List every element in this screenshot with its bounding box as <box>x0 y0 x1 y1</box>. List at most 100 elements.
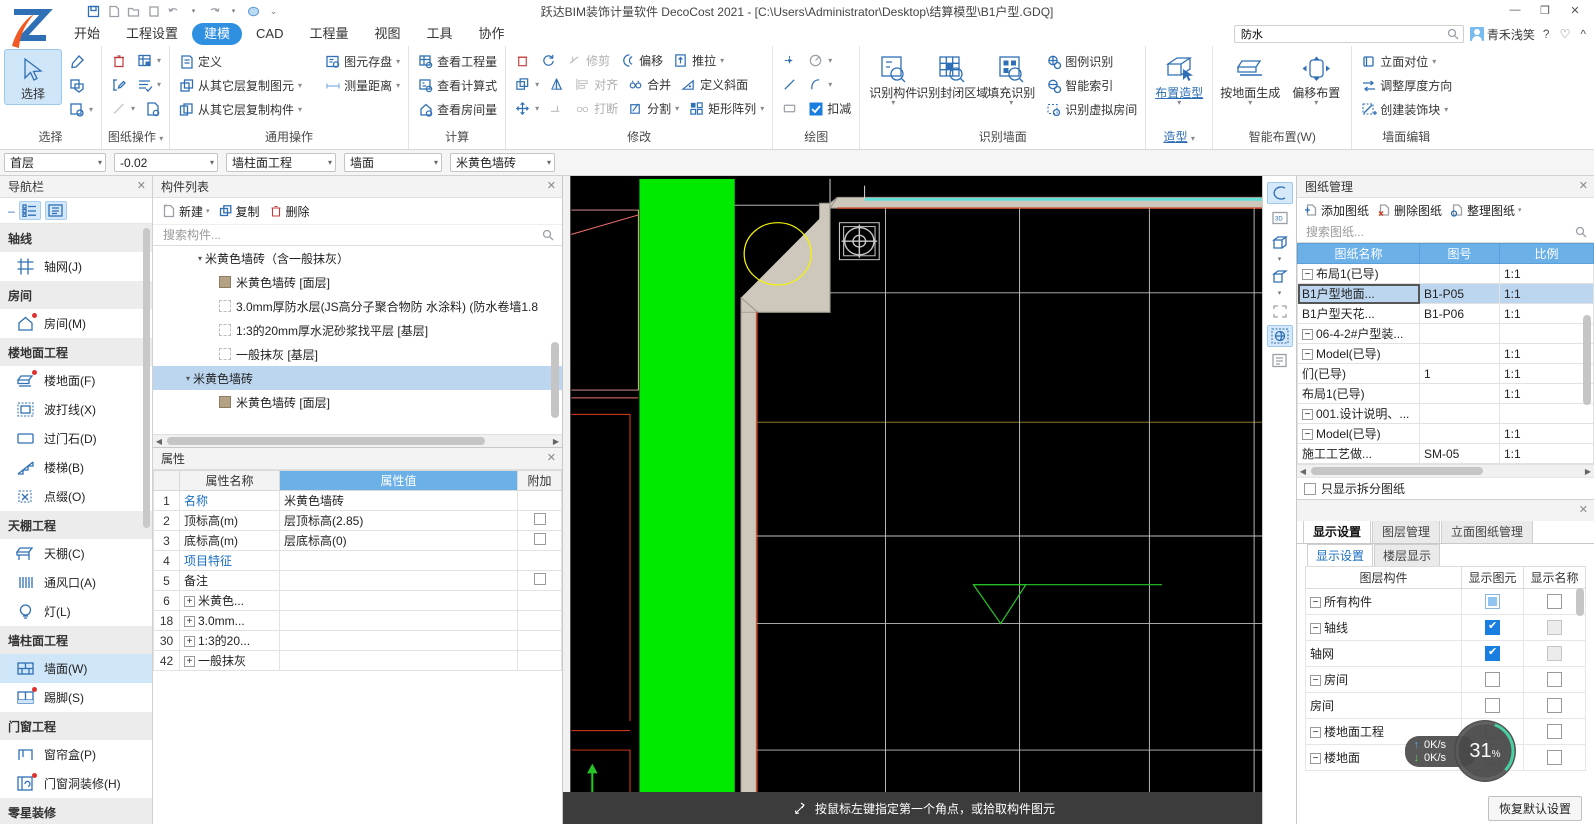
chevron-down-icon[interactable]: ▾ <box>1278 256 1282 263</box>
tree-row[interactable]: 3.0mm厚防水层(JS高分子聚合物防 水涂料) (防水卷墙1.8 <box>153 294 562 318</box>
sidebar-item-door-window-deco[interactable]: 门窗洞装修(H) <box>0 769 152 798</box>
table-row[interactable]: −001.设计说明、... <box>1297 403 1594 424</box>
tree-toggle-icon[interactable]: − <box>1310 753 1321 765</box>
chevron-down-icon[interactable]: ▾ <box>206 207 210 215</box>
table-lock-button[interactable]: ▾ <box>132 49 165 72</box>
tab-view[interactable]: 视图 <box>363 23 413 45</box>
new-file-icon[interactable] <box>106 4 121 19</box>
user-account[interactable]: 青禾浅笑 <box>1469 26 1535 43</box>
row-value[interactable] <box>279 590 518 611</box>
copy-component-from-layer-button[interactable]: 从其它层复制构件 ▾ <box>174 98 306 121</box>
undo-caret-icon[interactable]: ▾ <box>186 4 201 19</box>
scroll-right-icon[interactable]: ▶ <box>1582 467 1594 476</box>
sidebar-item-vent[interactable]: 通风口(A) <box>0 568 152 597</box>
table-row[interactable]: 3 底标高(m) 层底标高(0) <box>153 530 562 551</box>
close-icon[interactable]: ✕ <box>137 179 146 192</box>
close-icon[interactable]: ✕ <box>547 179 556 192</box>
cad-canvas[interactable]: 170 1200 170 300 900 -0.020 Y X 3D ▾ ▾ <box>563 176 1296 824</box>
show-element-checkbox[interactable] <box>1485 698 1500 714</box>
row-checkbox[interactable] <box>533 533 546 545</box>
table-row[interactable]: 4 项目特征 <box>153 550 562 571</box>
show-name-cell[interactable] <box>1523 614 1586 641</box>
chevron-down-icon[interactable]: ▾ <box>157 56 161 65</box>
redo-caret-icon[interactable]: ▾ <box>226 4 241 19</box>
tree-row[interactable]: ▾ 米黄色墙砖（含一般抹灰） <box>153 246 562 270</box>
save-icon[interactable] <box>86 4 101 19</box>
modify-delete-button[interactable] <box>510 49 535 72</box>
show-element-checkbox[interactable] <box>1485 594 1500 610</box>
elevation-align-button[interactable]: 立面对位 ▾ <box>1356 50 1456 73</box>
close-button[interactable]: ✕ <box>1560 0 1590 20</box>
tab-project-settings[interactable]: 工程设置 <box>114 23 190 45</box>
scroll-left-icon[interactable]: ◀ <box>1297 467 1309 476</box>
collapse-all-icon[interactable]: – <box>6 204 15 218</box>
sidebar-item-door-stone[interactable]: 过门石(D) <box>0 424 152 453</box>
tree-toggle-icon[interactable]: − <box>1310 675 1321 687</box>
show-name-checkbox[interactable] <box>1547 672 1562 688</box>
table-row[interactable]: 布局1(已导) 1:1 <box>1297 383 1594 404</box>
box-view2-button[interactable] <box>1267 266 1293 288</box>
point-tool-button[interactable] <box>777 49 802 72</box>
table-row[interactable]: 6 + 米黄色... <box>153 590 562 611</box>
help-icon[interactable]: ? <box>1541 27 1552 41</box>
maximize-button[interactable]: ❐ <box>1530 0 1560 20</box>
sidebar-item-stairs[interactable]: 楼梯(B) <box>0 453 152 482</box>
chevron-down-icon[interactable]: ▾ <box>1518 206 1522 214</box>
component-combo[interactable]: 米黄色墙砖 ▾ <box>450 153 555 172</box>
view-room-button[interactable]: 查看房间量 <box>413 98 501 121</box>
circle-tool-icon[interactable] <box>246 4 261 19</box>
chevron-down-icon[interactable]: ▾ <box>210 158 214 167</box>
copy-shield-button[interactable] <box>64 74 97 97</box>
chevron-down-icon[interactable]: ▾ <box>157 80 161 89</box>
table-row[interactable]: 30 +1:3的20... <box>153 630 562 651</box>
only-split-drawings-row[interactable]: 只显示拆分图纸 <box>1297 477 1594 499</box>
sidebar-item-ornament[interactable]: 点缀(O) <box>0 482 152 511</box>
chevron-down-icon[interactable]: ▾ <box>1314 99 1318 107</box>
table-row[interactable]: − 轴线 <box>1305 614 1586 641</box>
row-value[interactable]: 层顶标高(2.85) <box>279 510 518 531</box>
rotate-button[interactable] <box>536 49 561 72</box>
table-row[interactable]: − Model(已导) 1:1 <box>1297 423 1594 444</box>
identify-component-button[interactable]: 识别构件 ▾ <box>864 49 922 109</box>
extrude-button[interactable]: 推拉 ▾ <box>668 49 728 72</box>
delete-drawing-button[interactable]: 删除图纸 <box>1375 201 1444 220</box>
organize-drawing-button[interactable]: 整理图纸 ▾ <box>1448 201 1524 220</box>
table-row[interactable]: 18 +3.0mm... <box>153 610 562 631</box>
tree-row[interactable]: 1:3的20mm厚水泥砂浆找平层 [基层] <box>153 318 562 342</box>
show-name-cell[interactable] <box>1523 718 1586 745</box>
merge-button[interactable]: 合并 <box>623 73 675 96</box>
sidebar-item-curtain-box[interactable]: 窗帘盒(P) <box>0 740 152 769</box>
global-search[interactable] <box>1233 25 1464 43</box>
move-button[interactable]: ▾ <box>510 97 543 120</box>
identify-virtual-room-button[interactable]: 识别虚拟房间 <box>1041 98 1141 121</box>
chevron-down-icon[interactable]: ▾ <box>183 374 193 383</box>
chevron-down-icon[interactable]: ▾ <box>720 56 724 65</box>
element-save-button[interactable]: 图元存盘 ▾ <box>320 50 404 73</box>
tree-row[interactable]: 米黄色墙砖 [面层] <box>153 390 562 414</box>
show-element-cell[interactable] <box>1461 666 1524 693</box>
chevron-down-icon[interactable]: ▾ <box>675 104 679 113</box>
tab-elevation-drawing-manager[interactable]: 立面图纸管理 <box>1441 519 1534 543</box>
tree-toggle-icon[interactable]: − <box>1302 429 1313 441</box>
split-button[interactable]: 分割 ▾ <box>623 97 683 120</box>
show-element-checkbox[interactable] <box>1485 645 1500 662</box>
table-row[interactable]: 42 + 一般抹灰 <box>153 650 562 671</box>
show-element-checkbox[interactable] <box>1485 619 1500 636</box>
chevron-down-icon[interactable]: ▾ <box>828 56 832 65</box>
drawing-table-scrollbar[interactable] <box>1583 315 1591 405</box>
list-search-button[interactable]: ▾ <box>64 98 97 121</box>
show-name-checkbox[interactable] <box>1547 620 1562 636</box>
sidebar-item-wall-face[interactable]: 墙面(W) <box>0 654 152 683</box>
tab-tools[interactable]: 工具 <box>415 23 465 45</box>
chevron-down-icon[interactable]: ▾ <box>1278 290 1282 297</box>
tab-cad[interactable]: CAD <box>244 23 295 45</box>
line-draw-button[interactable] <box>777 73 802 96</box>
show-name-checkbox[interactable] <box>1547 724 1562 740</box>
chevron-down-icon[interactable]: ▾ <box>298 105 302 114</box>
show-name-checkbox[interactable] <box>1547 698 1562 714</box>
chevron-down-icon[interactable]: ▾ <box>298 81 302 90</box>
floor-combo[interactable]: 首层 ▾ <box>4 153 106 172</box>
network-speed-widget[interactable]: ↑ 0K/s ↓ 0K/s 31% <box>1405 720 1516 782</box>
component-tree-scrollbar[interactable] <box>551 342 559 418</box>
row-checkbox[interactable] <box>533 573 546 585</box>
